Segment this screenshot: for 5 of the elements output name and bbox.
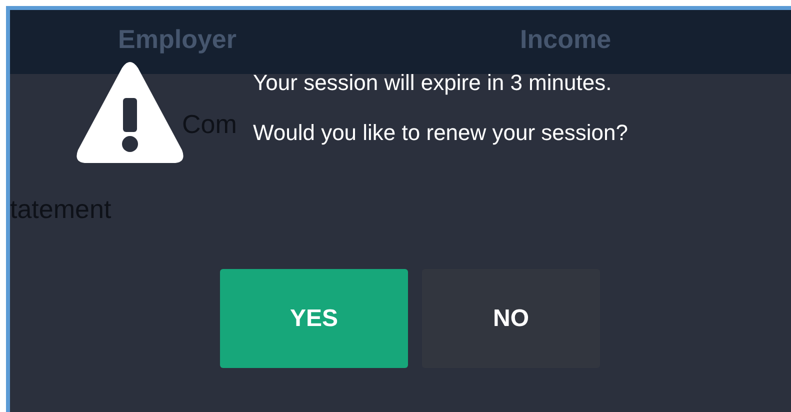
- column-header: Income: [520, 24, 612, 55]
- column-header: Employer: [118, 24, 236, 55]
- session-message: Your session will expire in 3 minutes. Would you like to renew your session?: [253, 69, 630, 147]
- cancel-button[interactable]: NO: [422, 269, 600, 368]
- warning-icon: [75, 62, 185, 164]
